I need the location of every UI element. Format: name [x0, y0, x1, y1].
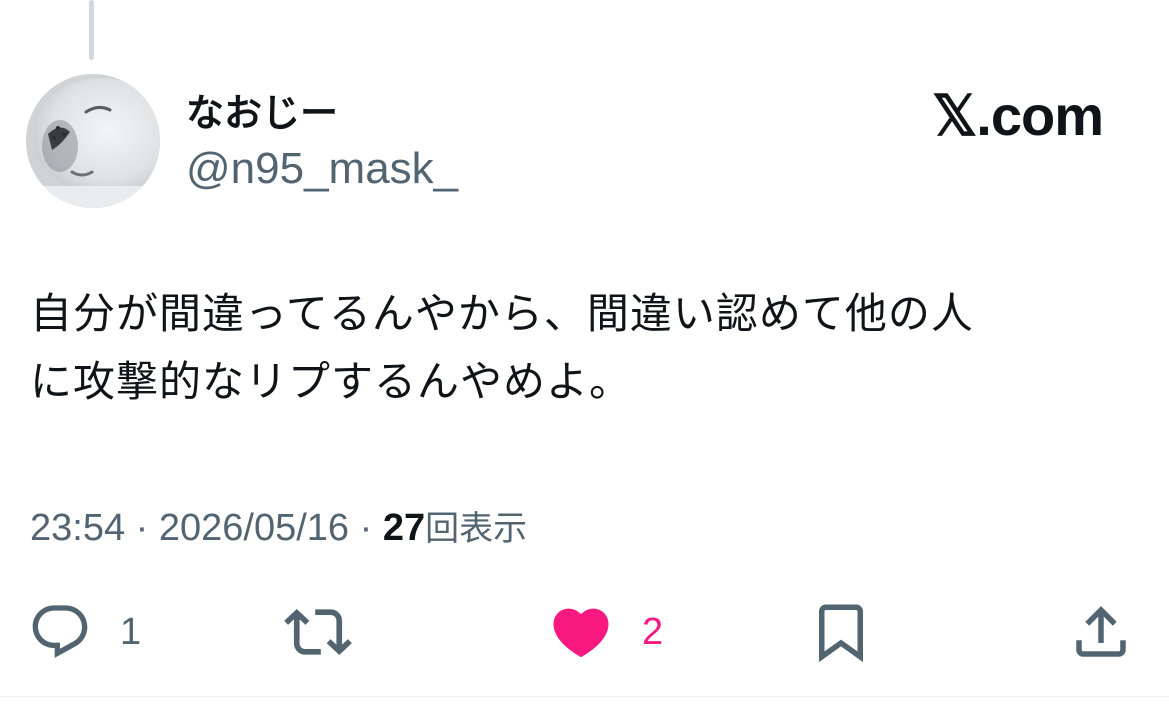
- views-label: 回表示: [425, 509, 528, 549]
- bookmark-icon: [808, 599, 874, 665]
- brand-text: 𝕏.com: [932, 84, 1104, 147]
- views-count: 27: [382, 507, 426, 549]
- repost-icon: [284, 598, 352, 666]
- tweet-date[interactable]: 2026/05/16: [159, 507, 349, 549]
- bottom-divider: [0, 696, 1169, 697]
- bookmark-button[interactable]: [808, 592, 874, 672]
- tweet-meta: 23:54 · 2026/05/16 · 27回表示: [30, 502, 527, 555]
- author-display-name[interactable]: なおじー: [186, 88, 338, 138]
- avatar-image: [26, 74, 160, 208]
- thread-connector-line: [89, 0, 94, 60]
- action-bar: 1 2: [0, 592, 1169, 672]
- like-count: 2: [642, 610, 664, 653]
- author-handle[interactable]: @n95_mask_: [186, 142, 458, 196]
- tweet-text: 自分が間違ってるんやから、間違い認めて他の人 に攻撃的なリプするんやめよ。: [30, 280, 1130, 416]
- reply-icon: [28, 600, 92, 664]
- tweet-time[interactable]: 23:54: [30, 507, 125, 549]
- meta-separator: ·: [359, 507, 373, 549]
- tweet-text-line: に攻撃的なリプするんやめよ。: [30, 357, 633, 406]
- meta-separator: ·: [135, 507, 149, 549]
- avatar[interactable]: [26, 74, 160, 208]
- tweet-text-line: 自分が間違ってるんやから、間違い認めて他の人: [30, 289, 974, 338]
- like-button[interactable]: 2: [548, 592, 663, 672]
- repost-button[interactable]: [284, 592, 352, 672]
- brand-logo: 𝕏.com: [932, 84, 1104, 148]
- reply-count: 1: [120, 610, 142, 653]
- share-icon: [1068, 599, 1134, 665]
- share-button[interactable]: [1068, 592, 1134, 672]
- like-icon: [548, 599, 614, 665]
- reply-button[interactable]: 1: [28, 592, 141, 672]
